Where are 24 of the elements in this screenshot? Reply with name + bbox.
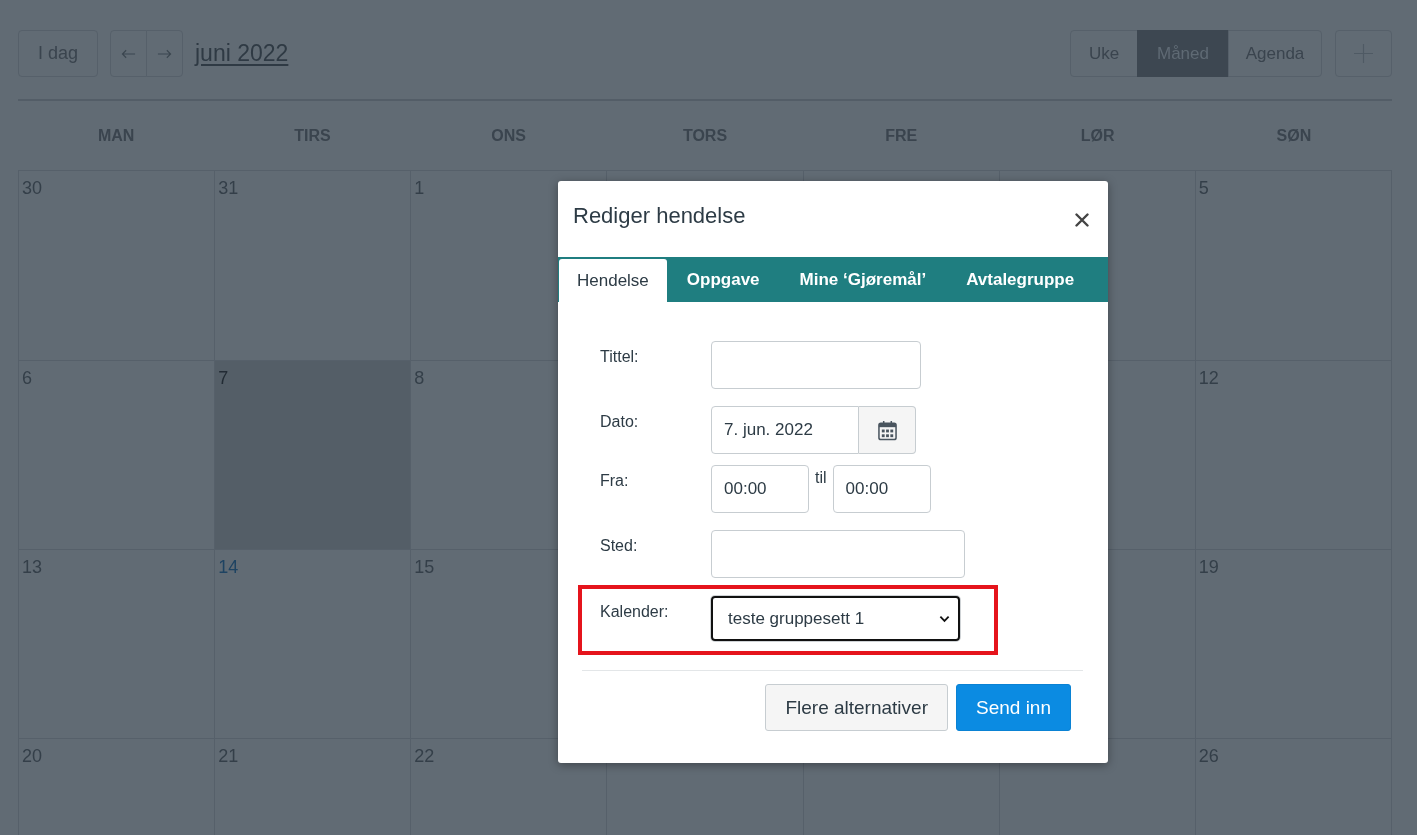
calendar-icon bbox=[877, 419, 897, 441]
text-input[interactable] bbox=[711, 530, 965, 578]
text-input[interactable] bbox=[711, 341, 921, 389]
dialog-tab[interactable]: Hendelse bbox=[559, 259, 667, 302]
next-button[interactable] bbox=[146, 30, 183, 77]
date-input[interactable]: 7. jun. 2022 bbox=[711, 406, 859, 454]
day-cell[interactable]: 14 bbox=[215, 550, 412, 739]
close-icon bbox=[1075, 213, 1089, 227]
previous-button[interactable] bbox=[110, 30, 147, 77]
dialog-tab[interactable]: Mine ‘Gjøremål’ bbox=[779, 257, 947, 302]
range-separator: til bbox=[815, 468, 827, 488]
time-input[interactable]: 00:00 bbox=[711, 465, 809, 513]
chevron-down-icon bbox=[939, 614, 950, 623]
dialog-tab[interactable]: Avtalegruppe bbox=[946, 257, 1095, 302]
arrow-left-icon bbox=[121, 48, 136, 59]
calendar-select[interactable]: teste gruppesett 1 bbox=[711, 596, 960, 641]
arrow-right-icon bbox=[157, 48, 172, 59]
close-button[interactable] bbox=[1075, 213, 1089, 227]
more-options-button[interactable]: Flere alternativer bbox=[765, 684, 948, 731]
time-input[interactable]: 00:00 bbox=[832, 465, 931, 513]
submit-button[interactable]: Send inn bbox=[956, 684, 1071, 731]
day-number: 14 bbox=[218, 557, 239, 577]
date-picker-button[interactable] bbox=[859, 406, 916, 454]
dialog-tab[interactable]: Oppgave bbox=[666, 257, 780, 302]
